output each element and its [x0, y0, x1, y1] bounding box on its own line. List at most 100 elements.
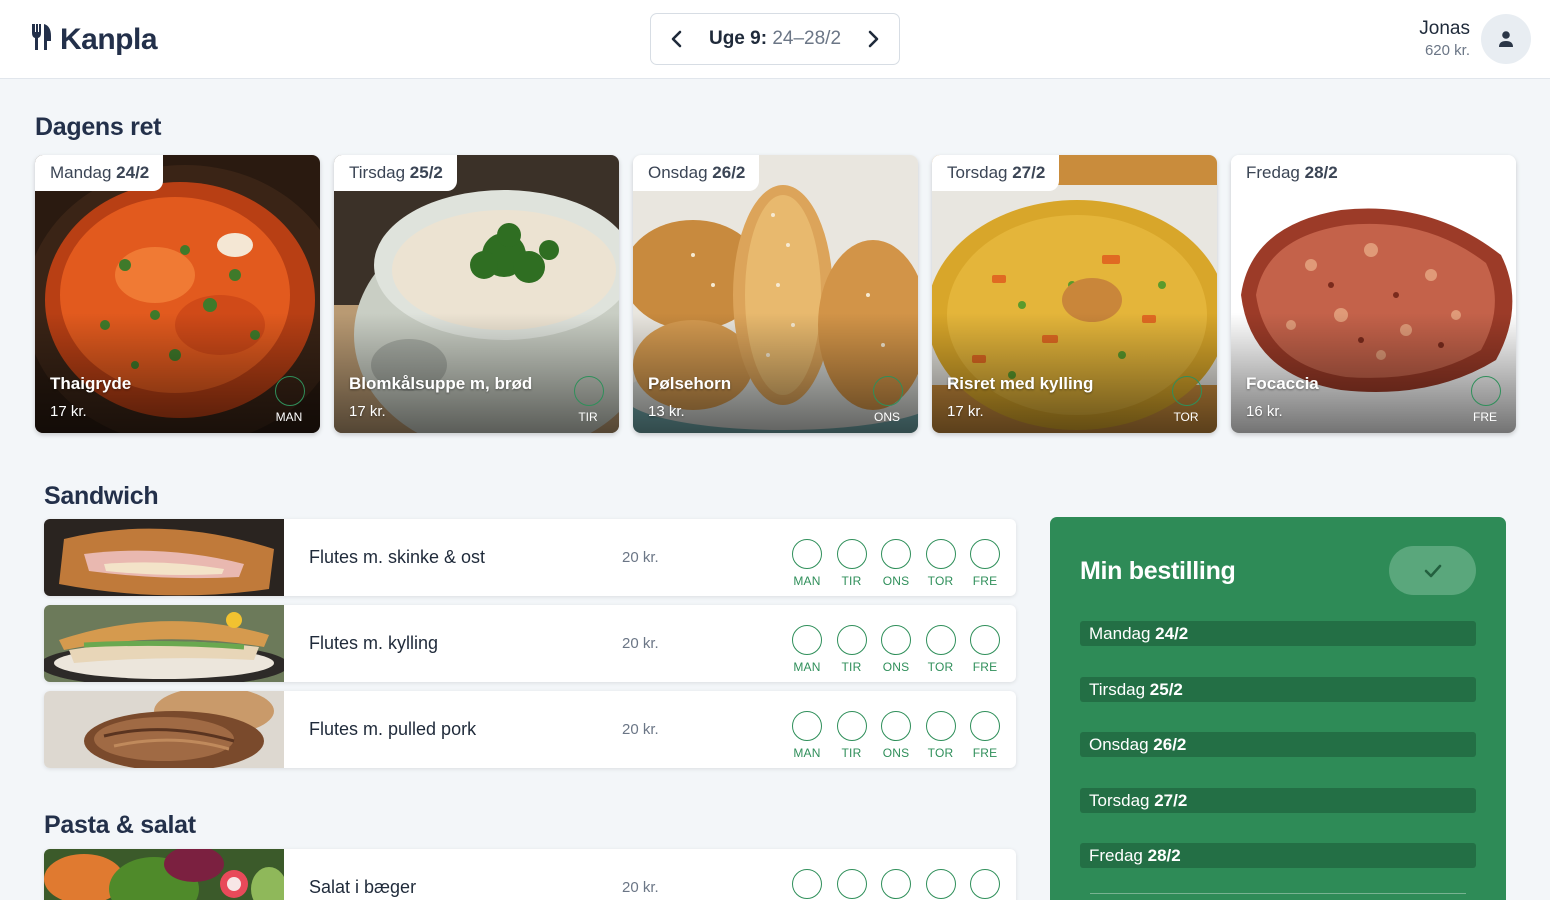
- section-title-dagens-ret: Dagens ret: [35, 113, 162, 141]
- select-day-toggle[interactable]: [275, 376, 305, 406]
- order-panel: Min bestilling Mandag 24/2 Tirsdag 25/2 …: [1050, 517, 1506, 900]
- product-photo-skinke-ost: [44, 519, 284, 596]
- day-label: TOR: [927, 746, 954, 760]
- day-label: MAN: [793, 574, 821, 588]
- day-tag: Torsdag 27/2: [932, 155, 1060, 191]
- day-card-thursday[interactable]: Torsdag 27/2 Risret med kylling 17 kr. T…: [932, 155, 1217, 433]
- day-toggle-fre[interactable]: [970, 869, 1000, 899]
- day-card-monday[interactable]: Mandag 24/2 Thaigryde 17 kr. MAN: [35, 155, 320, 433]
- day-toggle-man[interactable]: [792, 539, 822, 569]
- day-tag-date: 26/2: [712, 163, 746, 182]
- week-selector: Uge 9: 24–28/2: [650, 13, 900, 65]
- day-toggle-fre[interactable]: [970, 625, 1000, 655]
- select-day-toggle[interactable]: [873, 376, 903, 406]
- day-tag-weekday: Mandag: [50, 163, 112, 182]
- logo-text: Kanpla: [60, 22, 158, 56]
- day-toggle-man[interactable]: [792, 711, 822, 741]
- dish-day-label: TOR: [1173, 410, 1199, 424]
- day-toggle-tir[interactable]: [836, 539, 867, 569]
- day-selectors: MAN TIR ONS TOR FRE: [792, 625, 1000, 674]
- product-price: 20 kr.: [622, 879, 659, 896]
- week-number: Uge 9:: [708, 28, 768, 49]
- day-card-friday[interactable]: Fredag 28/2 Focaccia 16 kr. FRE: [1231, 155, 1516, 433]
- day-toggle-tir[interactable]: [836, 711, 867, 741]
- day-selectors: [792, 869, 1000, 899]
- day-tag-weekday: Tirsdag: [349, 163, 406, 182]
- day-toggle-fre[interactable]: [970, 539, 1000, 569]
- day-card-wednesday[interactable]: Onsdag 26/2 Pølsehorn 13 kr. ONS: [633, 155, 918, 433]
- user-info: Jonas 620 kr.: [1419, 18, 1470, 59]
- day-label: TOR: [927, 660, 954, 674]
- logo[interactable]: Kanpla: [30, 22, 158, 57]
- day-label: ONS: [882, 660, 910, 674]
- section-title-pasta-salat: Pasta & salat: [44, 811, 196, 839]
- day-tag-date: 28/2: [1304, 163, 1338, 182]
- day-toggle-tir[interactable]: [836, 625, 867, 655]
- day-label: ONS: [882, 574, 910, 588]
- day-tag: Mandag 24/2: [35, 155, 164, 191]
- avatar-button[interactable]: [1481, 14, 1531, 64]
- day-toggle-ons[interactable]: [881, 625, 911, 655]
- product-name: Salat i bæger: [309, 877, 417, 897]
- day-tag-weekday: Fredag: [1246, 163, 1300, 182]
- product-price: 20 kr.: [622, 635, 659, 652]
- order-day-date: 28/2: [1147, 846, 1181, 865]
- order-day-date: 27/2: [1154, 791, 1188, 810]
- dish-price: 17 kr.: [50, 403, 87, 420]
- confirm-order-button[interactable]: [1389, 546, 1476, 595]
- order-day-weekday: Tirsdag: [1089, 680, 1146, 699]
- chevron-left-icon: [671, 30, 682, 48]
- order-day-date: 25/2: [1149, 680, 1183, 699]
- dish-price: 13 kr.: [648, 403, 685, 420]
- user-icon: [1499, 31, 1513, 47]
- day-label: TIR: [841, 574, 862, 588]
- day-tag: Onsdag 26/2: [633, 155, 760, 191]
- week-label: Uge 9: 24–28/2: [709, 28, 841, 50]
- chevron-right-icon: [868, 30, 879, 48]
- dish-name: Risret med kylling: [947, 374, 1094, 393]
- select-day-toggle[interactable]: [1471, 376, 1501, 406]
- day-toggle-ons[interactable]: [881, 539, 911, 569]
- day-label: MAN: [793, 746, 821, 760]
- order-day-friday[interactable]: Fredag 28/2: [1080, 843, 1476, 868]
- product-row-pulled-pork: Flutes m. pulled pork 20 kr. MAN TIR ONS…: [44, 691, 1016, 768]
- day-toggle-man[interactable]: [792, 869, 822, 899]
- order-day-monday[interactable]: Mandag 24/2: [1080, 621, 1476, 646]
- day-tag-date: 24/2: [116, 163, 150, 182]
- day-tag: Fredag 28/2: [1231, 155, 1352, 191]
- day-toggle-ons[interactable]: [881, 711, 911, 741]
- dish-name: Thaigryde: [50, 374, 132, 393]
- order-day-tuesday[interactable]: Tirsdag 25/2: [1080, 677, 1476, 702]
- day-toggle-tor[interactable]: [925, 625, 956, 655]
- day-toggle-tor[interactable]: [925, 539, 956, 569]
- day-toggle-man[interactable]: [792, 625, 822, 655]
- dish-day-label: ONS: [873, 410, 900, 424]
- day-selectors: MAN TIR ONS TOR FRE: [792, 711, 1000, 760]
- order-day-wednesday[interactable]: Onsdag 26/2: [1080, 732, 1476, 757]
- product-row-skinke-ost: Flutes m. skinke & ost 20 kr. MAN TIR ON…: [44, 519, 1016, 596]
- day-label: FRE: [972, 746, 998, 760]
- order-day-weekday: Fredag: [1089, 846, 1143, 865]
- product-photo-salat: [44, 849, 284, 900]
- order-day-date: 26/2: [1153, 735, 1187, 754]
- next-week-button[interactable]: [863, 28, 885, 50]
- day-card-tuesday[interactable]: Tirsdag 25/2 Blomkålsuppe m, brød 17 kr.…: [334, 155, 619, 433]
- dish-price: 17 kr.: [947, 403, 984, 420]
- day-label: FRE: [972, 574, 998, 588]
- day-toggle-tor[interactable]: [925, 711, 956, 741]
- order-day-weekday: Torsdag: [1089, 791, 1150, 810]
- product-photo-kylling: [44, 605, 284, 682]
- previous-week-button[interactable]: [665, 28, 687, 50]
- day-toggle-tir[interactable]: [836, 869, 867, 899]
- select-day-toggle[interactable]: [574, 376, 604, 406]
- cutlery-icon: [30, 22, 52, 57]
- select-day-toggle[interactable]: [1172, 376, 1202, 406]
- order-day-date: 24/2: [1155, 624, 1189, 643]
- dish-day-label: MAN: [275, 410, 303, 424]
- day-toggle-ons[interactable]: [881, 869, 911, 899]
- day-toggle-fre[interactable]: [970, 711, 1000, 741]
- day-toggle-tor[interactable]: [925, 869, 956, 899]
- product-row-salat: Salat i bæger 20 kr.: [44, 849, 1016, 900]
- order-day-thursday[interactable]: Torsdag 27/2: [1080, 788, 1476, 813]
- order-divider: [1090, 893, 1466, 894]
